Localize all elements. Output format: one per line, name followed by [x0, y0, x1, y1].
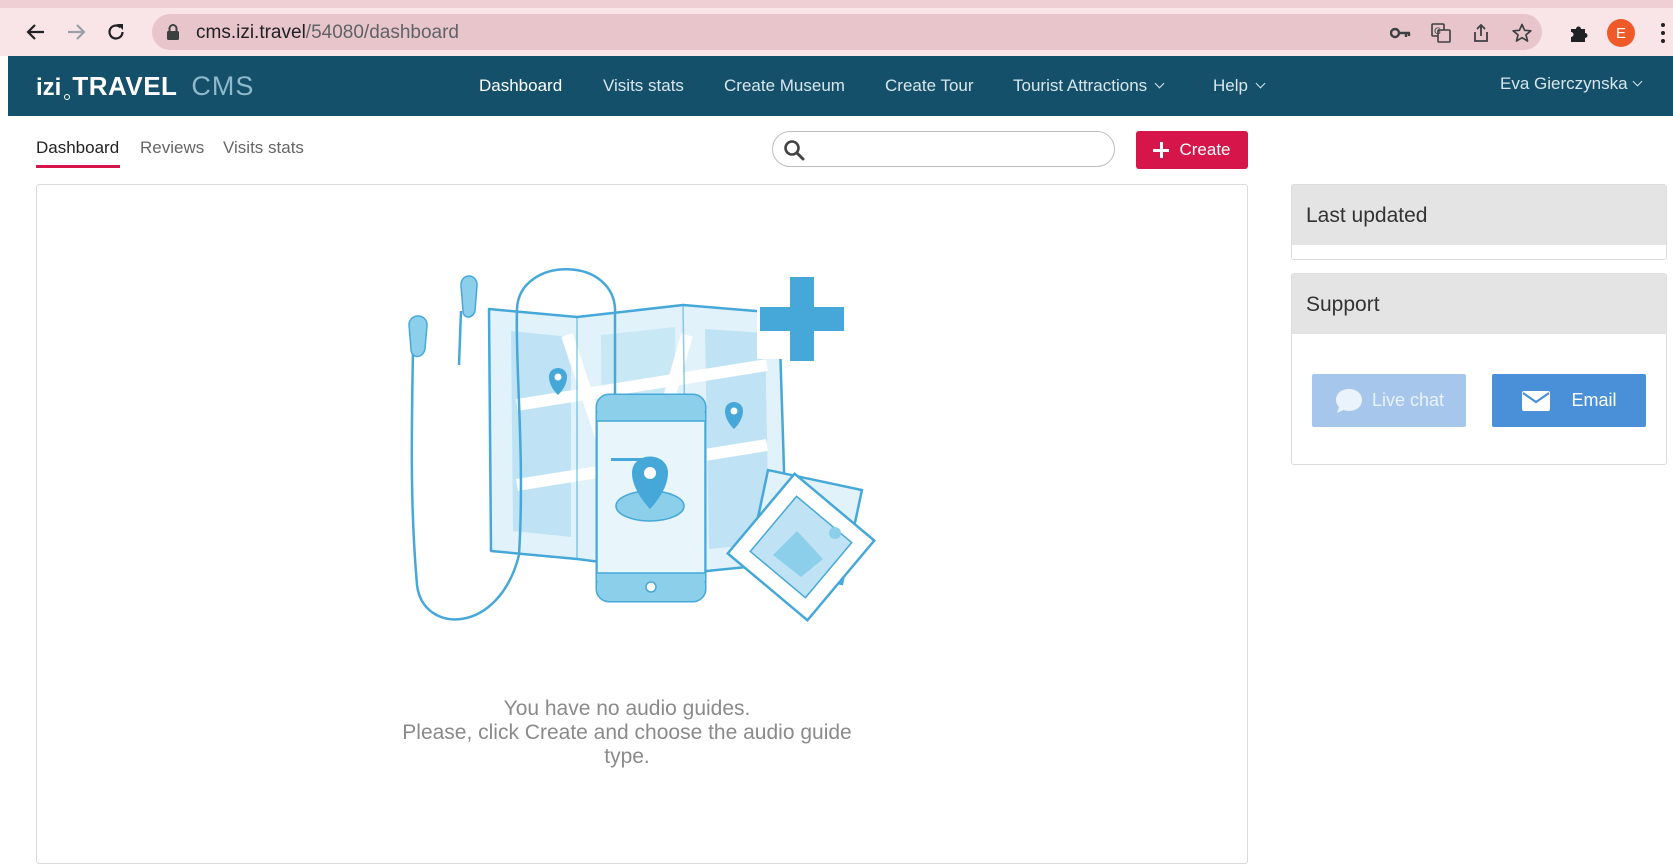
- izi-travel-logo[interactable]: izi TRAVEL CMS: [36, 71, 254, 102]
- back-arrow-icon[interactable]: [22, 18, 50, 46]
- search-input[interactable]: [811, 138, 1101, 162]
- chat-bubble-icon: [1335, 388, 1362, 413]
- tab-reviews[interactable]: Reviews: [140, 138, 204, 158]
- svg-text:G: G: [1434, 27, 1441, 37]
- translate-icon[interactable]: G: [1430, 22, 1452, 44]
- empty-state-message: You have no audio guides. Please, click …: [402, 697, 852, 768]
- search-field[interactable]: [772, 131, 1115, 167]
- dashboard-content-panel: You have no audio guides. Please, click …: [36, 184, 1248, 864]
- profile-avatar[interactable]: E: [1607, 19, 1635, 47]
- search-icon: [783, 139, 805, 166]
- nav-create-museum[interactable]: Create Museum: [724, 76, 845, 96]
- active-tab-underline: [36, 165, 120, 168]
- user-menu[interactable]: Eva Gierczynska: [1500, 74, 1642, 94]
- chevron-down-icon: [1632, 76, 1642, 87]
- forward-arrow-icon[interactable]: [62, 18, 90, 46]
- browser-toolbar: cms.izi.travel/54080/dashboard G E: [0, 0, 1673, 56]
- chevron-down-icon: [1154, 78, 1165, 89]
- live-chat-button[interactable]: Live chat: [1312, 374, 1466, 427]
- url-text: cms.izi.travel/54080/dashboard: [196, 22, 459, 43]
- puzzle-icon[interactable]: [1566, 20, 1592, 46]
- smartphone-icon: [595, 393, 707, 603]
- tab-visits-stats[interactable]: Visits stats: [223, 138, 304, 158]
- reload-icon[interactable]: [102, 18, 130, 46]
- plus-icon: [757, 269, 844, 361]
- nav-help[interactable]: Help: [1213, 76, 1266, 96]
- nav-tourist-attractions[interactable]: Tourist Attractions: [1013, 76, 1165, 96]
- key-icon[interactable]: [1390, 22, 1412, 44]
- nav-dashboard[interactable]: Dashboard: [479, 76, 562, 96]
- chevron-down-icon: [1255, 78, 1266, 89]
- nav-create-tour[interactable]: Create Tour: [885, 76, 974, 96]
- star-icon[interactable]: [1511, 22, 1533, 44]
- create-button[interactable]: Create: [1136, 131, 1248, 169]
- email-button[interactable]: Email: [1492, 374, 1646, 427]
- envelope-icon: [1522, 390, 1551, 411]
- address-bar[interactable]: cms.izi.travel/54080/dashboard G: [152, 14, 1542, 50]
- audio-guide-illustration: [387, 255, 877, 660]
- kebab-icon[interactable]: [1658, 20, 1668, 46]
- support-title: Support: [1292, 274, 1666, 334]
- lock-icon[interactable]: [166, 23, 180, 46]
- plus-icon: [1153, 142, 1170, 158]
- tab-dashboard[interactable]: Dashboard: [36, 138, 119, 158]
- nav-visits-stats[interactable]: Visits stats: [603, 76, 684, 96]
- last-updated-title: Last updated: [1292, 185, 1666, 245]
- share-icon[interactable]: [1470, 22, 1492, 44]
- last-updated-panel: Last updated: [1291, 184, 1667, 260]
- support-panel: Support Live chat Email: [1291, 273, 1667, 465]
- app-header: izi TRAVEL CMS Dashboard Visits stats Crea…: [8, 56, 1673, 116]
